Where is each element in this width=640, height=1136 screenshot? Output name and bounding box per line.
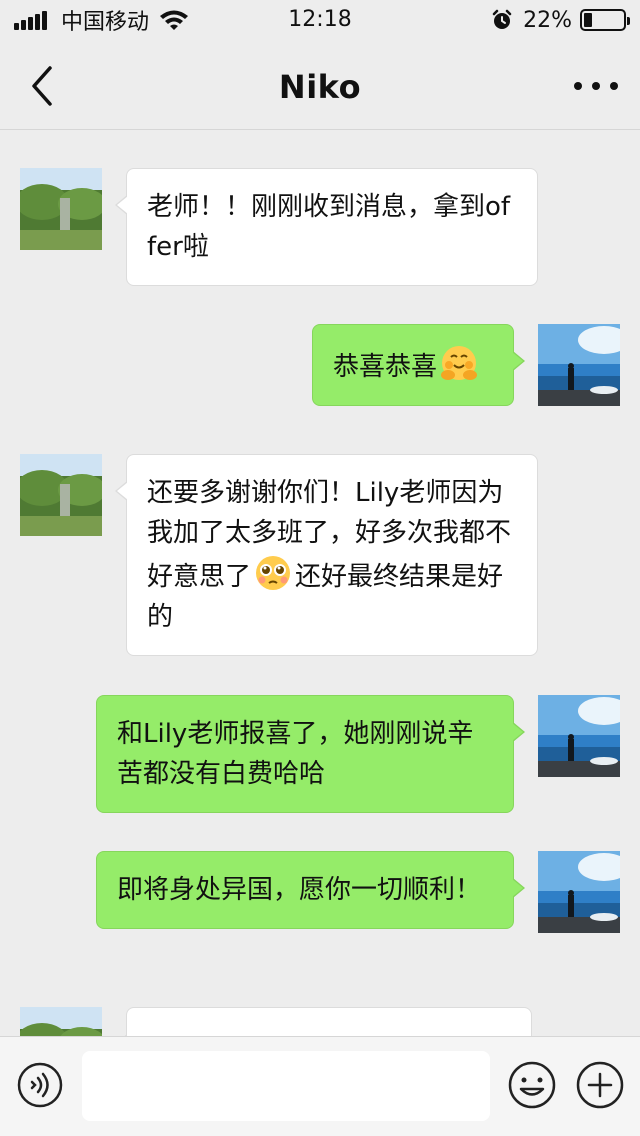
- message-text: 即将身处异国，愿你一切顺利！: [117, 875, 482, 905]
- input-bar: [0, 1036, 640, 1136]
- message-bubble-outgoing[interactable]: 恭喜恭喜: [312, 324, 525, 406]
- plus-icon[interactable]: [574, 1059, 626, 1111]
- contact-avatar[interactable]: [20, 454, 102, 536]
- message-text: 老师！！刚刚收到消息，拿到offer啦: [147, 192, 511, 262]
- battery-icon: [580, 9, 630, 31]
- message-text: 恭喜恭喜: [333, 352, 438, 382]
- my-avatar[interactable]: [538, 695, 620, 777]
- message-bubble-outgoing[interactable]: 和Lily老师报喜了，她刚刚说辛苦都没有白费哈哈: [96, 695, 525, 813]
- contact-avatar-image: [20, 1007, 102, 1036]
- more-icon[interactable]: [574, 74, 618, 98]
- message-input[interactable]: [82, 1051, 490, 1121]
- contact-avatar-image: [20, 454, 102, 536]
- my-avatar-image: [538, 851, 620, 933]
- contact-avatar[interactable]: [20, 168, 102, 250]
- battery-percent: 22%: [523, 7, 572, 33]
- chat-title: Niko: [278, 68, 362, 106]
- emoji-icon[interactable]: [506, 1059, 558, 1111]
- contact-avatar[interactable]: [20, 1007, 102, 1036]
- hugging-face-emoji: [441, 346, 478, 380]
- alarm-icon: [492, 9, 512, 29]
- battery-fill: [584, 13, 592, 27]
- message-bubble-incoming[interactable]: 老师！！刚刚收到消息，拿到offer啦: [115, 168, 538, 286]
- pleading-face-emoji: [256, 556, 291, 590]
- message-bubble-incoming[interactable]: 还要多谢谢你们！Lily老师因为我加了太多班了，好多次我都不好意思了 还好最终结…: [115, 454, 538, 656]
- my-avatar-image: [538, 324, 620, 406]
- chat-area[interactable]: 老师！！刚刚收到消息，拿到offer啦 恭喜恭喜 还要多谢谢你们！Lily老师因…: [0, 131, 640, 1036]
- message-bubble-incoming-partial[interactable]: [115, 1007, 532, 1036]
- message-bubble-outgoing[interactable]: 即将身处异国，愿你一切顺利！: [96, 851, 525, 929]
- nav-bar: Niko: [0, 40, 640, 130]
- status-bar: 中国移动 12:18 22%: [0, 0, 640, 40]
- voice-icon[interactable]: [16, 1061, 64, 1109]
- my-avatar[interactable]: [538, 324, 620, 406]
- contact-avatar-image: [20, 168, 102, 250]
- my-avatar[interactable]: [538, 851, 620, 933]
- my-avatar-image: [538, 695, 620, 777]
- status-right: 22%: [491, 6, 630, 34]
- message-text: 和Lily老师报喜了，她刚刚说辛苦都没有白费哈哈: [117, 719, 474, 789]
